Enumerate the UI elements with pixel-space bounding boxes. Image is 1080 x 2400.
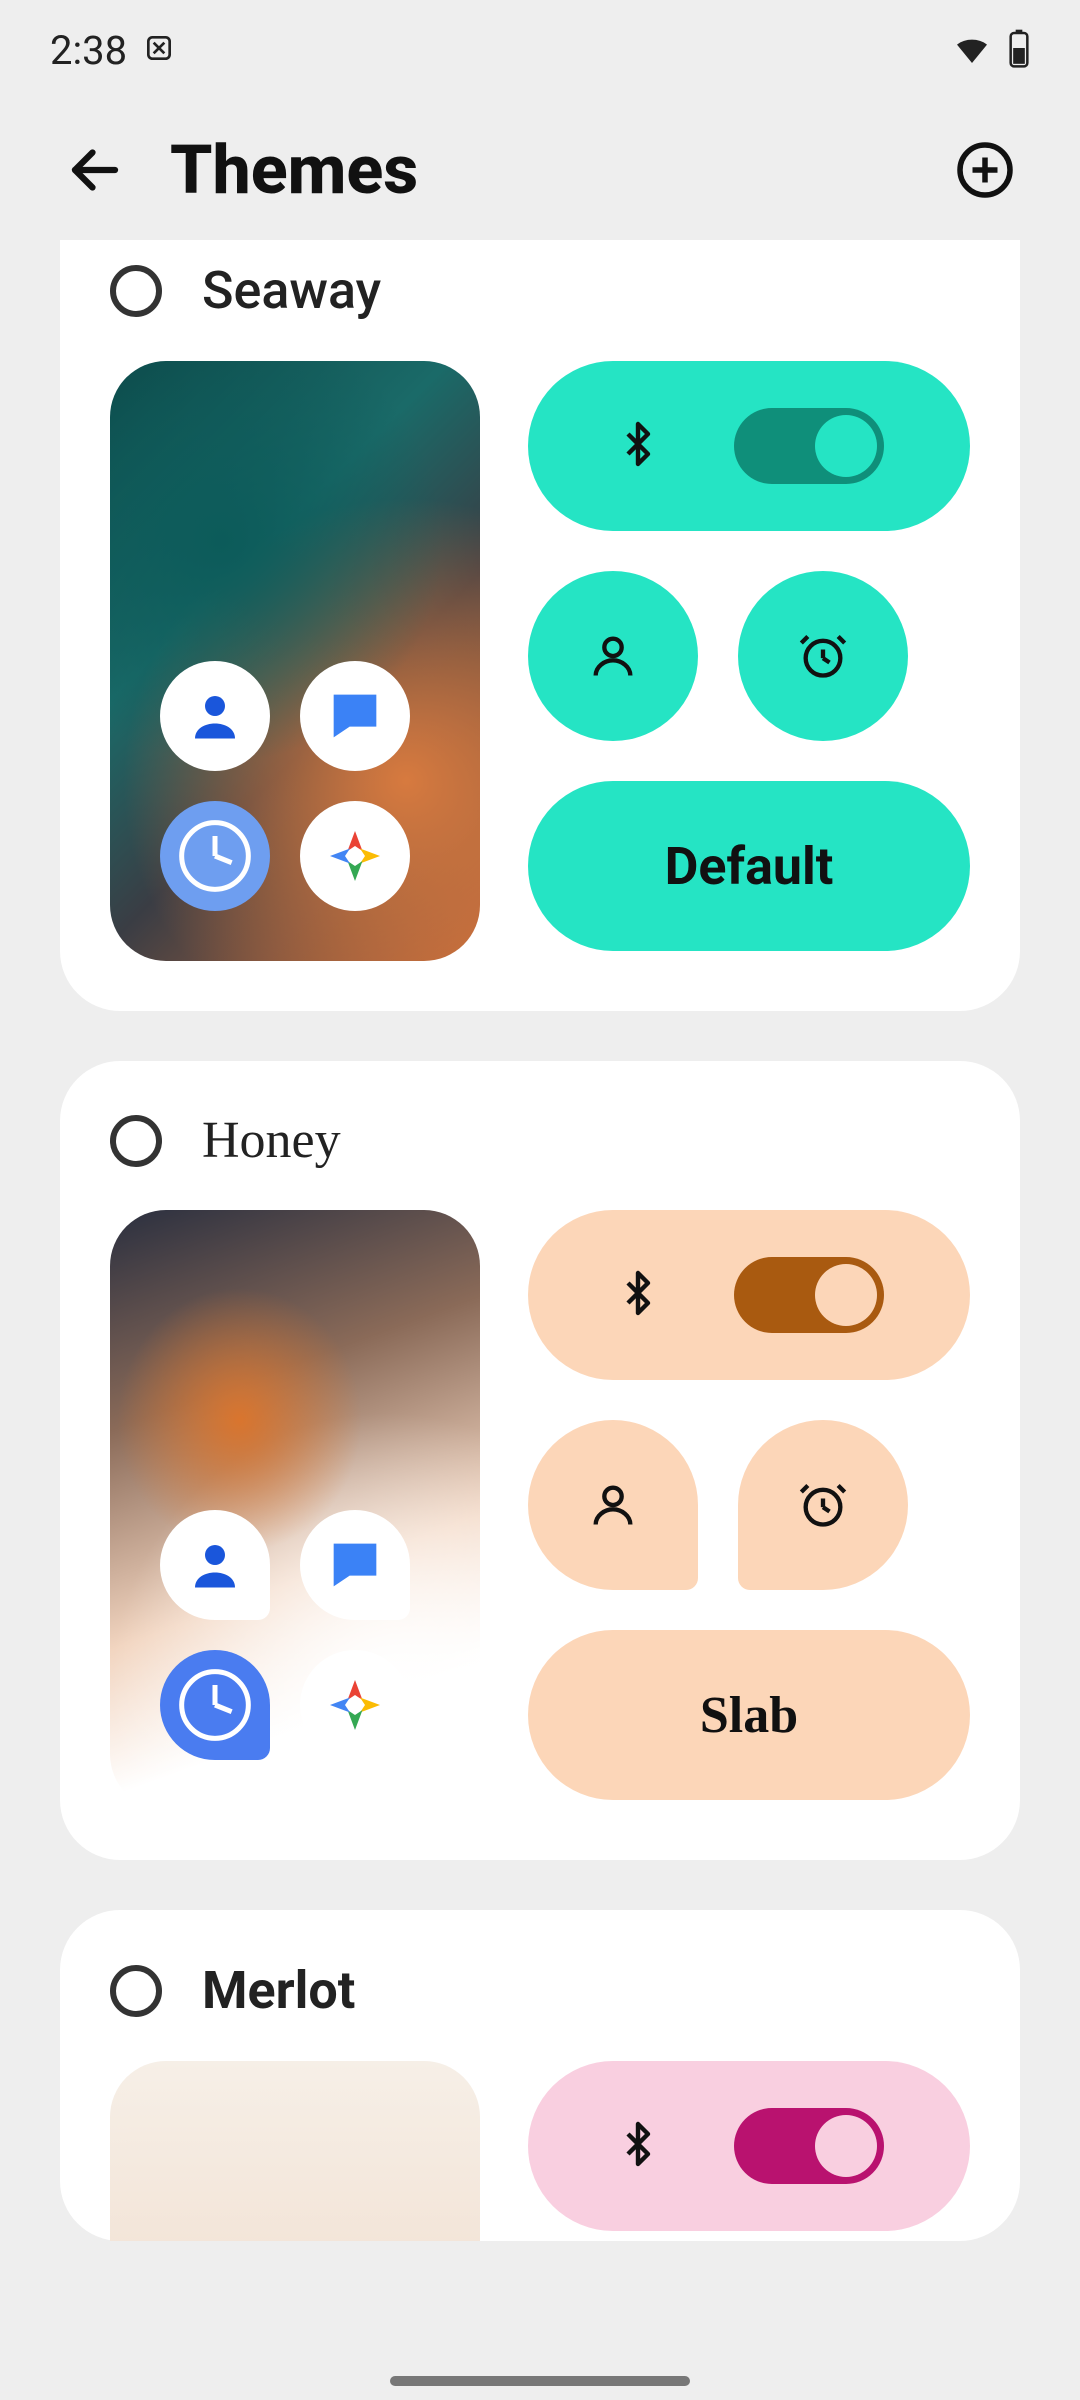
radio-unselected-icon[interactable]	[110, 1965, 162, 2017]
back-button[interactable]	[60, 135, 130, 205]
theme-card-seaway[interactable]: Seaway	[60, 240, 1020, 1011]
contacts-app-icon	[160, 1510, 270, 1620]
status-time: 2:38	[50, 27, 127, 74]
theme-controls: Default	[528, 361, 970, 961]
contacts-app-icon	[160, 661, 270, 771]
wallpaper-preview[interactable]	[110, 1210, 480, 1810]
theme-controls: Slab	[528, 1210, 970, 1810]
status-right	[952, 28, 1030, 72]
clock-app-icon	[160, 1650, 270, 1760]
theme-preview	[110, 2061, 970, 2241]
wallpaper-preview[interactable]	[110, 2061, 480, 2241]
profile-shortcut[interactable]	[528, 1420, 698, 1590]
theme-radio-row[interactable]: Seaway	[110, 260, 970, 321]
toggle-switch[interactable]	[734, 1257, 884, 1333]
gesture-nav-bar[interactable]	[390, 2376, 690, 2386]
toggle-switch[interactable]	[734, 408, 884, 484]
app-header: Themes	[0, 100, 1080, 240]
toggle-knob	[815, 1264, 877, 1326]
theme-preview: Slab	[110, 1210, 970, 1810]
bluetooth-toggle-pill[interactable]	[528, 1210, 970, 1380]
font-label: Slab	[700, 1686, 798, 1745]
font-label: Default	[665, 836, 834, 897]
theme-card-honey[interactable]: Honey	[60, 1061, 1020, 1860]
photos-app-icon	[300, 801, 410, 911]
bluetooth-icon	[614, 1269, 662, 1321]
theme-name: Honey	[202, 1111, 341, 1170]
radio-unselected-icon[interactable]	[110, 265, 162, 317]
font-style-pill[interactable]: Default	[528, 781, 970, 951]
theme-controls	[528, 2061, 970, 2241]
battery-saver-icon	[143, 27, 175, 74]
app-icon-grid	[160, 1510, 420, 1770]
radio-unselected-icon[interactable]	[110, 1115, 162, 1167]
shortcut-row	[528, 1420, 970, 1590]
bluetooth-toggle-pill[interactable]	[528, 2061, 970, 2231]
font-style-pill[interactable]: Slab	[528, 1630, 970, 1800]
theme-radio-row[interactable]: Honey	[110, 1111, 970, 1170]
clock-app-icon	[160, 801, 270, 911]
messages-app-icon	[300, 1510, 410, 1620]
toggle-knob	[815, 2115, 877, 2177]
profile-shortcut[interactable]	[528, 571, 698, 741]
theme-card-merlot[interactable]: Merlot	[60, 1910, 1020, 2241]
shortcut-row	[528, 571, 970, 741]
status-left: 2:38	[50, 27, 175, 74]
status-bar: 2:38	[0, 0, 1080, 100]
theme-name: Seaway	[202, 260, 381, 321]
messages-app-icon	[300, 661, 410, 771]
theme-radio-row[interactable]: Merlot	[110, 1960, 970, 2021]
toggle-switch[interactable]	[734, 2108, 884, 2184]
wallpaper-preview[interactable]	[110, 361, 480, 961]
theme-name: Merlot	[202, 1960, 355, 2021]
bluetooth-toggle-pill[interactable]	[528, 361, 970, 531]
wifi-icon	[952, 28, 992, 72]
page-title: Themes	[170, 130, 910, 210]
alarm-shortcut[interactable]	[738, 571, 908, 741]
theme-preview: Default	[110, 361, 970, 961]
bluetooth-icon	[614, 420, 662, 472]
toggle-knob	[815, 415, 877, 477]
theme-list: Seaway	[0, 240, 1080, 2241]
bluetooth-icon	[614, 2120, 662, 2172]
battery-icon	[1008, 28, 1030, 72]
photos-app-icon	[300, 1650, 410, 1760]
add-theme-button[interactable]	[950, 135, 1020, 205]
app-icon-grid	[160, 661, 420, 921]
alarm-shortcut[interactable]	[738, 1420, 908, 1590]
